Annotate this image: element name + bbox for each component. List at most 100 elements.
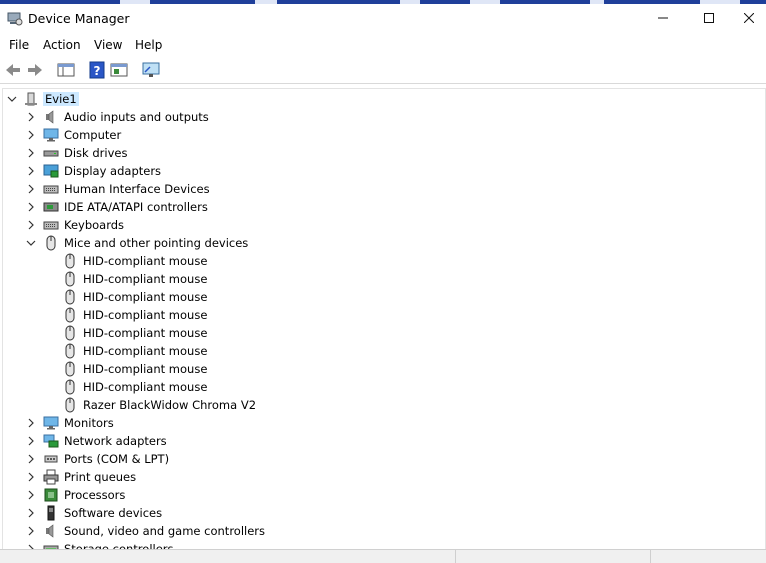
chevron-right-icon[interactable] [25,164,37,178]
tree-item-label: Sound, video and game controllers [64,524,266,538]
tree-category[interactable]: Storage controllers [3,540,763,549]
tree-item-label: HID-compliant mouse [83,326,208,340]
mouse-icon [65,361,75,377]
tree-category[interactable]: Display adapters [3,162,763,180]
tree-item-label: HID-compliant mouse [83,254,208,268]
software-device-icon [47,505,55,521]
tree-device[interactable]: HID-compliant mouse [3,378,763,396]
tree-item-label: Keyboards [64,218,125,232]
device-manager-icon [7,12,23,26]
minimize-icon [658,17,668,19]
tree-category[interactable]: Human Interface Devices [3,180,763,198]
tree-device[interactable]: HID-compliant mouse [3,324,763,342]
tree-device[interactable]: Razer BlackWidow Chroma V2 [3,396,763,414]
network-icon [43,434,59,448]
back-arrow-icon[interactable] [3,60,23,80]
tree-category[interactable]: Network adapters [3,432,763,450]
tree-category[interactable]: Audio inputs and outputs [3,108,763,126]
tree-item-label: Disk drives [64,146,128,160]
tree-category[interactable]: Print queues [3,468,763,486]
forward-arrow-icon[interactable] [25,60,45,80]
tree-device[interactable]: HID-compliant mouse [3,306,763,324]
tree-item-label: Print queues [64,470,137,484]
tree-item-label: Processors [64,488,126,502]
tree-item-label: HID-compliant mouse [83,362,208,376]
maximize-button[interactable] [686,4,732,34]
mouse-icon [65,307,75,323]
chevron-right-icon[interactable] [25,146,37,160]
chevron-right-icon[interactable] [25,506,37,520]
tree-category[interactable]: Software devices [3,504,763,522]
tree-item-label: HID-compliant mouse [83,272,208,286]
tree-category[interactable]: Monitors [3,414,763,432]
tree-item-label: Ports (COM & LPT) [64,452,170,466]
tree-device[interactable]: HID-compliant mouse [3,342,763,360]
chevron-down-icon[interactable] [6,92,18,106]
tree-root-node[interactable]: Evie1 [3,90,763,108]
tree-device[interactable]: HID-compliant mouse [3,360,763,378]
menu-file[interactable]: File [9,38,29,52]
close-button[interactable] [732,4,766,34]
keyboard-icon [43,221,59,230]
controller-chip-icon [43,202,59,212]
tree-category[interactable]: Computer [3,126,763,144]
mouse-icon [65,379,75,395]
minimize-button[interactable] [640,4,686,34]
chevron-down-icon[interactable] [25,236,37,250]
mouse-icon [65,289,75,305]
device-tree[interactable]: Evie1 Audio inputs and outputs Computer Dis… [2,88,766,549]
tree-item-label: Razer BlackWidow Chroma V2 [83,398,257,412]
computer-tower-icon [25,92,37,106]
chevron-right-icon[interactable] [25,434,37,448]
tree-category[interactable]: IDE ATA/ATAPI controllers [3,198,763,216]
monitor-scan-icon[interactable] [141,60,161,80]
tree-item-label: HID-compliant mouse [83,308,208,322]
tree-item-label: Mice and other pointing devices [64,236,249,250]
tree-category[interactable]: Mice and other pointing devices [3,234,763,252]
chevron-right-icon[interactable] [25,110,37,124]
menu-bar: File Action View Help [0,35,766,56]
printer-icon [43,469,59,485]
tree-category[interactable]: Ports (COM & LPT) [3,450,763,468]
mouse-icon [46,235,56,251]
toolbar: ? [0,57,766,84]
tree-category[interactable]: Disk drives [3,144,763,162]
tree-item-label: Audio inputs and outputs [64,110,209,124]
monitor-icon [43,128,59,142]
tree-item-label: IDE ATA/ATAPI controllers [64,200,208,214]
chevron-right-icon[interactable] [25,200,37,214]
speaker-icon [46,110,54,124]
tree-category[interactable]: Sound, video and game controllers [3,522,763,540]
mouse-icon [65,253,75,269]
tree-category[interactable]: Processors [3,486,763,504]
console-tree-icon[interactable] [56,60,76,80]
tree-device[interactable]: HID-compliant mouse [3,252,763,270]
chevron-right-icon[interactable] [25,218,37,232]
menu-help[interactable]: Help [135,38,162,52]
tree-item-label: Computer [64,128,122,142]
chevron-right-icon[interactable] [25,128,37,142]
properties-pane-icon[interactable] [109,60,129,80]
chevron-right-icon[interactable] [25,488,37,502]
monitor-icon [43,416,59,430]
help-icon[interactable]: ? [87,60,107,80]
tree-device[interactable]: HID-compliant mouse [3,288,763,306]
chevron-right-icon[interactable] [25,416,37,430]
chevron-right-icon[interactable] [25,182,37,196]
tree-device[interactable]: HID-compliant mouse [3,270,763,288]
display-adapter-icon [43,164,59,178]
tree-item-label: Evie1 [43,92,79,106]
tree-item-label: HID-compliant mouse [83,344,208,358]
menu-action[interactable]: Action [43,38,81,52]
tree-item-label: Network adapters [64,434,167,448]
chevron-right-icon[interactable] [25,470,37,484]
menu-view[interactable]: View [94,38,122,52]
disk-drive-icon [43,150,59,157]
chevron-right-icon[interactable] [25,524,37,538]
chevron-right-icon[interactable] [25,542,37,549]
chevron-right-icon[interactable] [25,452,37,466]
tree-category[interactable]: Keyboards [3,216,763,234]
tree-item-label: Storage controllers [64,542,174,549]
speaker-icon [46,524,54,538]
mouse-icon [65,397,75,413]
